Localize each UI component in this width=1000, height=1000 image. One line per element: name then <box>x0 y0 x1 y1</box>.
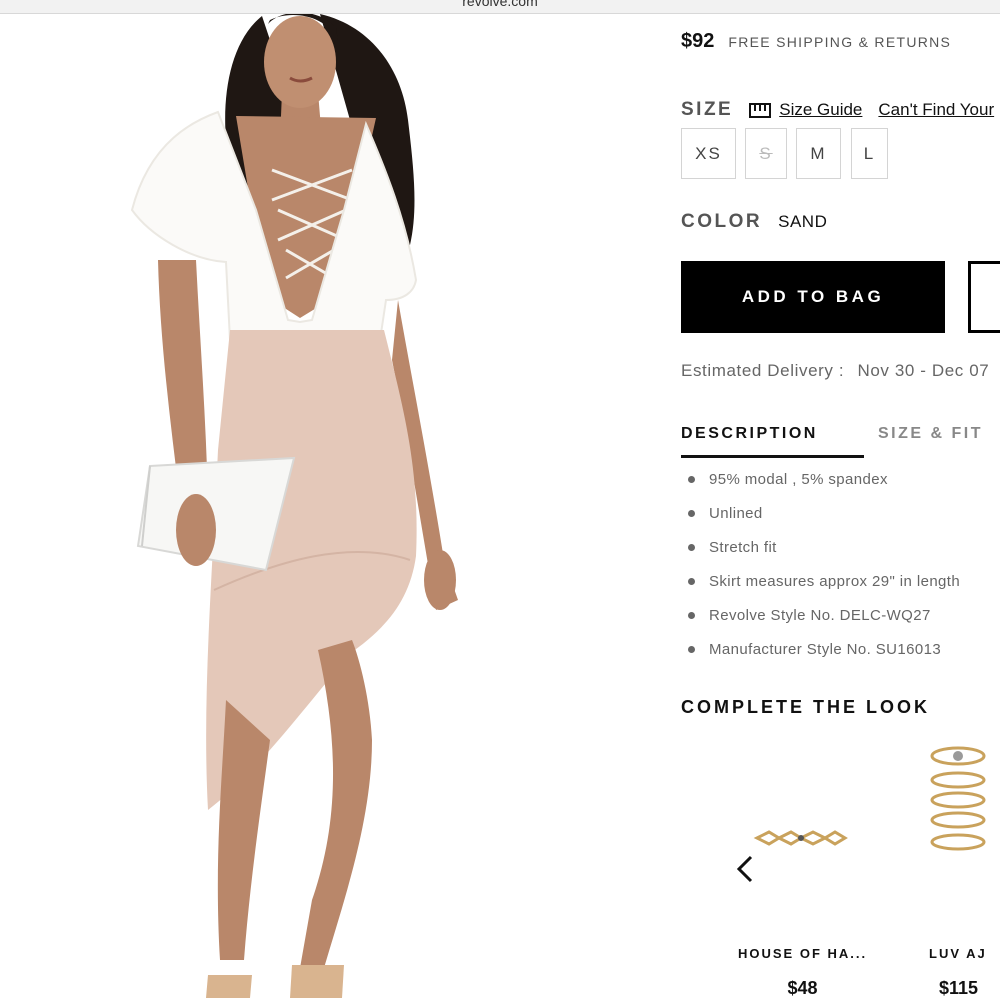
cant-find-size-link[interactable]: Can't Find Your <box>878 100 994 120</box>
add-to-bag-button[interactable]: ADD TO BAG <box>681 261 945 333</box>
look-item-1[interactable]: HOUSE OF HA... $48 <box>735 740 870 998</box>
look-item-brand[interactable]: HOUSE OF HA... <box>735 946 870 961</box>
product-thumbnail[interactable] <box>735 740 870 930</box>
size-row: SIZE Size Guide Can't Find Your <box>681 99 994 121</box>
look-item-price: $48 <box>787 978 818 998</box>
tab-size-fit[interactable]: SIZE & FIT <box>878 425 983 443</box>
bullet-icon <box>688 611 695 619</box>
delivery-dates: Nov 30 - Dec 07 <box>857 361 990 380</box>
bullet-icon <box>688 475 695 483</box>
size-option-m[interactable]: M <box>796 128 841 179</box>
list-item: Unlined <box>688 496 960 530</box>
size-option-xs[interactable]: XS <box>681 128 736 179</box>
complete-the-look-heading: COMPLETE THE LOOK <box>681 697 930 717</box>
bullet-icon <box>688 509 695 517</box>
list-item: Manufacturer Style No. SU16013 <box>688 632 960 666</box>
description-list: 95% modal , 5% spandex Unlined Stretch f… <box>688 462 960 666</box>
estimated-delivery: Estimated Delivery : Nov 30 - Dec 07 <box>681 361 989 381</box>
shipping-note: FREE SHIPPING & RETURNS <box>728 34 952 50</box>
product-thumbnail[interactable] <box>915 740 1000 930</box>
list-item: Skirt measures approx 29" in length <box>688 564 960 598</box>
active-tab-indicator <box>681 455 864 458</box>
list-item: Revolve Style No. DELC-WQ27 <box>688 598 960 632</box>
delivery-label: Estimated Delivery : <box>681 361 845 380</box>
color-label: COLOR <box>681 211 763 232</box>
size-label: SIZE <box>681 99 734 120</box>
price-row: $92 FREE SHIPPING & RETURNS <box>681 30 951 53</box>
size-option-s[interactable]: S <box>745 128 787 179</box>
address-bar[interactable]: revolve.com <box>0 0 1000 9</box>
model-illustration <box>130 12 458 998</box>
list-item: 95% modal , 5% spandex <box>688 462 960 496</box>
look-item-price: $115 <box>939 978 979 998</box>
color-row: COLOR SAND <box>681 211 827 233</box>
size-guide-link[interactable]: Size Guide <box>779 100 862 120</box>
look-item-2[interactable]: LUV AJ $115 <box>915 740 1000 998</box>
bullet-icon <box>688 577 695 585</box>
product-price: $92 <box>681 30 715 52</box>
color-value: SAND <box>778 212 828 231</box>
ruler-icon[interactable] <box>749 102 772 118</box>
bullet-icon <box>688 645 695 653</box>
tab-description[interactable]: DESCRIPTION <box>681 425 818 443</box>
browser-toolbar: revolve.com <box>0 0 1000 14</box>
wishlist-button[interactable] <box>968 261 1000 333</box>
list-item: Stretch fit <box>688 530 960 564</box>
bullet-icon <box>688 543 695 551</box>
product-image <box>0 12 640 1000</box>
look-item-brand[interactable]: LUV AJ <box>929 946 1000 961</box>
info-tabs: DESCRIPTION SIZE & FIT <box>681 425 1000 459</box>
size-option-l[interactable]: L <box>851 128 888 179</box>
